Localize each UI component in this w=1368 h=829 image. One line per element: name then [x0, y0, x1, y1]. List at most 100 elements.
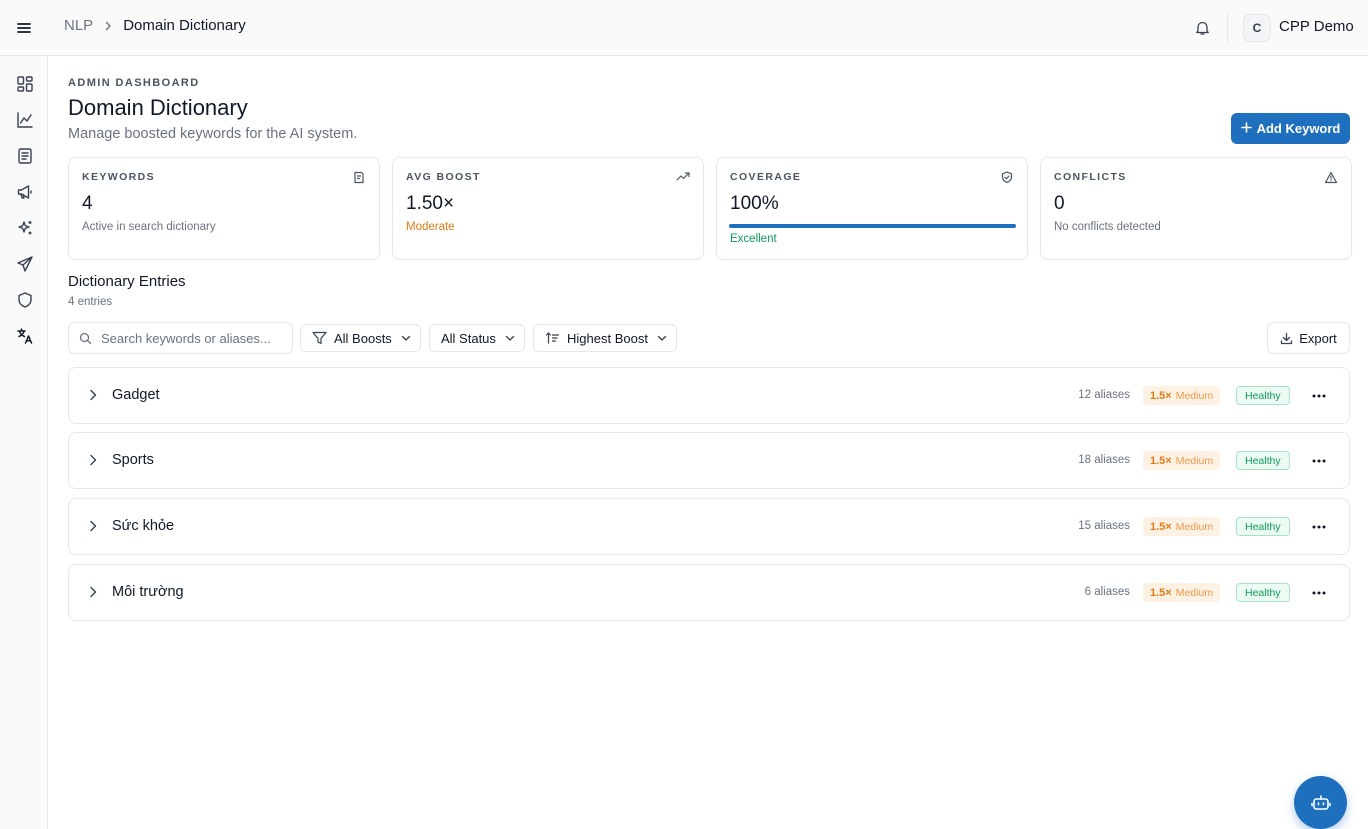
stat-value: 0: [1054, 193, 1065, 214]
stat-note: Excellent: [730, 233, 777, 245]
entry-row[interactable]: Sports 18 aliases 1.5× Medium Healthy: [68, 432, 1350, 489]
boost-level: Medium: [1175, 520, 1214, 533]
stat-value: 1.50×: [406, 193, 455, 214]
avatar[interactable]: C: [1243, 14, 1271, 42]
stat-note: No conflicts detected: [1054, 221, 1161, 233]
boost-filter-dropdown[interactable]: All Boosts: [300, 324, 421, 352]
document-icon[interactable]: [14, 145, 36, 167]
entry-aliases: 15 aliases: [1078, 520, 1130, 532]
status-badge: Healthy: [1236, 583, 1290, 602]
entry-name: Sức khỏe: [112, 518, 175, 534]
more-options-icon[interactable]: [1309, 387, 1329, 405]
coverage-progress-bar: [729, 224, 1016, 228]
boost-level: Medium: [1175, 389, 1214, 402]
stat-note: Active in search dictionary: [82, 221, 216, 233]
boost-value: 1.5×: [1150, 389, 1172, 402]
export-button[interactable]: Export: [1267, 322, 1350, 354]
boost-value: 1.5×: [1150, 520, 1172, 533]
send-icon[interactable]: [14, 253, 36, 275]
book-icon: [351, 169, 367, 185]
dashboard-icon[interactable]: [14, 73, 36, 95]
more-options-icon[interactable]: [1309, 584, 1329, 602]
add-keyword-label: Add Keyword: [1256, 121, 1341, 136]
entry-row[interactable]: Gadget 12 aliases 1.5× Medium Healthy: [68, 367, 1350, 424]
stat-card-avg-boost: AVG BOOST 1.50× Moderate: [392, 157, 704, 260]
entry-aliases: 6 aliases: [1084, 586, 1130, 598]
breadcrumb-current: Domain Dictionary: [123, 17, 246, 34]
boost-badge: 1.5× Medium: [1143, 386, 1221, 405]
shield-check-icon: [999, 169, 1015, 185]
user-name[interactable]: CPP Demo: [1279, 18, 1354, 35]
chevron-down-icon: [657, 333, 667, 343]
breadcrumb-parent[interactable]: NLP: [64, 17, 93, 34]
sort-icon: [545, 331, 560, 345]
chatbot-button[interactable]: [1294, 776, 1347, 829]
chevron-right-icon[interactable]: [86, 519, 100, 533]
entry-name: Gadget: [112, 387, 160, 403]
boost-badge: 1.5× Medium: [1143, 451, 1221, 470]
sidebar: [0, 56, 48, 829]
more-options-icon[interactable]: [1309, 518, 1329, 536]
export-label: Export: [1299, 330, 1337, 346]
page-subtitle: Manage boosted keywords for the AI syste…: [68, 126, 358, 142]
section-title: Dictionary Entries: [68, 273, 186, 290]
stat-label: KEYWORDS: [82, 171, 156, 183]
boost-level: Medium: [1175, 586, 1214, 599]
plus-icon: [1240, 121, 1252, 136]
warning-icon: [1323, 169, 1339, 185]
boost-value: 1.5×: [1150, 586, 1172, 599]
status-filter-label: All Status: [441, 330, 496, 346]
chevron-right-icon[interactable]: [86, 453, 100, 467]
stat-card-coverage: COVERAGE 100% Excellent: [716, 157, 1028, 260]
chevron-down-icon: [401, 333, 411, 343]
stat-label: CONFLICTS: [1054, 171, 1127, 183]
entry-name: Sports: [112, 452, 154, 468]
trending-up-icon: [675, 169, 691, 185]
entries-count: 4 entries: [68, 296, 113, 308]
analytics-icon[interactable]: [14, 109, 36, 131]
status-badge: Healthy: [1236, 386, 1290, 405]
entry-aliases: 12 aliases: [1078, 389, 1130, 401]
entry-row[interactable]: Môi trường 6 aliases 1.5× Medium Healthy: [68, 564, 1350, 621]
entry-name: Môi trường: [112, 584, 184, 600]
search-icon: [79, 331, 93, 345]
megaphone-icon[interactable]: [14, 181, 36, 203]
robot-icon: [1310, 794, 1331, 812]
sort-dropdown[interactable]: Highest Boost: [533, 324, 677, 352]
boost-badge: 1.5× Medium: [1143, 517, 1221, 536]
boost-filter-label: All Boosts: [334, 330, 392, 346]
top-bar: NLP Domain Dictionary C CPP Demo: [0, 0, 1368, 56]
bell-icon[interactable]: [1192, 18, 1212, 38]
stat-note: Moderate: [406, 221, 455, 233]
chevron-down-icon: [505, 333, 515, 343]
stat-label: COVERAGE: [730, 171, 802, 183]
translate-icon[interactable]: [14, 325, 36, 347]
search-input[interactable]: [101, 330, 281, 346]
chevron-right-icon[interactable]: [86, 585, 100, 599]
stat-card-keywords: KEYWORDS 4 Active in search dictionary: [68, 157, 380, 260]
more-options-icon[interactable]: [1309, 452, 1329, 470]
shield-icon[interactable]: [14, 289, 36, 311]
stat-card-conflicts: CONFLICTS 0 No conflicts detected: [1040, 157, 1352, 260]
download-icon: [1280, 332, 1293, 345]
boost-badge: 1.5× Medium: [1143, 583, 1221, 602]
chevron-right-icon[interactable]: [86, 388, 100, 402]
menu-icon[interactable]: [12, 16, 36, 40]
stat-label: AVG BOOST: [406, 171, 481, 183]
status-badge: Healthy: [1236, 517, 1290, 536]
entry-row[interactable]: Sức khỏe 15 aliases 1.5× Medium Healthy: [68, 498, 1350, 555]
boost-level: Medium: [1175, 454, 1214, 467]
sparkles-icon[interactable]: [14, 217, 36, 239]
breadcrumb: NLP Domain Dictionary: [64, 17, 246, 34]
search-box: [68, 322, 293, 354]
sort-label: Highest Boost: [567, 330, 648, 346]
stat-value: 100%: [730, 193, 779, 214]
stat-value: 4: [82, 193, 93, 214]
add-keyword-button[interactable]: Add Keyword: [1231, 113, 1350, 144]
status-badge: Healthy: [1236, 451, 1290, 470]
filter-icon: [312, 331, 327, 345]
boost-value: 1.5×: [1150, 454, 1172, 467]
chevron-right-icon: [103, 21, 113, 31]
status-filter-dropdown[interactable]: All Status: [429, 324, 525, 352]
page-eyebrow: ADMIN DASHBOARD: [68, 77, 200, 89]
